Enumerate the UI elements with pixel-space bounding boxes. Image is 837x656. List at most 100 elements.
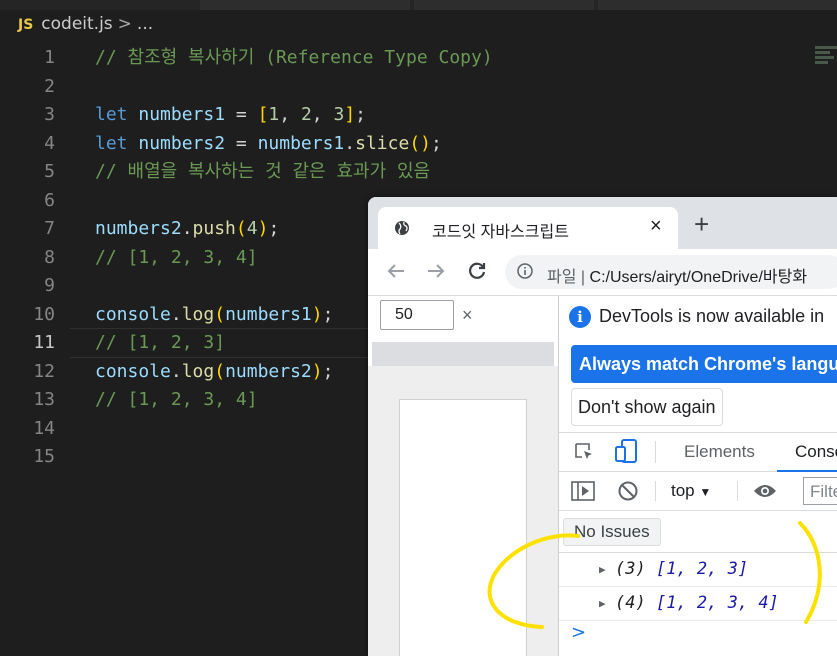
variable: numbers2 <box>138 132 226 154</box>
breadcrumb[interactable]: JS codeit.js >... <box>18 14 153 34</box>
line-number: 14 <box>33 417 55 439</box>
line-number: 8 <box>44 246 55 268</box>
code-line-blank[interactable] <box>95 73 493 102</box>
code-line[interactable]: let numbers1 = [1, 2, 3]; <box>95 101 493 130</box>
console-prompt[interactable]: > <box>571 622 586 643</box>
editor-tab-bar: JS codeit.js >... <box>0 0 837 40</box>
bracket: ] <box>344 104 356 125</box>
tab-console[interactable]: Console <box>795 442 837 462</box>
browser-tab-title: 코드잇 자바스크립트 <box>432 224 569 241</box>
console-log-entry[interactable]: ▶ (3) [1, 2, 3] <box>559 553 837 587</box>
dont-show-again-button[interactable]: Don't show again <box>571 388 723 426</box>
function-name: slice <box>355 132 410 154</box>
match-language-button[interactable]: Always match Chrome's language <box>571 345 837 383</box>
function-name: log <box>181 360 215 382</box>
devtools-panel: i DevTools is now available in Always mat… <box>559 296 837 656</box>
console-filter-input[interactable]: Filter <box>803 477 837 505</box>
breadcrumb-more[interactable]: ... <box>137 14 153 34</box>
number: 3 <box>333 104 345 125</box>
browser-tab[interactable]: 코드잇 자바스크립트 × <box>378 207 678 249</box>
device-toolbar-icon[interactable] <box>615 438 639 464</box>
javascript-file-icon: JS <box>18 17 34 33</box>
operator: = <box>225 132 258 154</box>
keyword: let <box>95 104 128 125</box>
back-arrow-icon[interactable] <box>386 261 406 281</box>
tab-strip-segment <box>200 0 410 10</box>
keyword: let <box>95 132 128 154</box>
line-number: 2 <box>44 75 55 97</box>
line-number: 12 <box>33 360 55 382</box>
array-value: [1, 2, 3] <box>655 559 749 579</box>
minimap[interactable] <box>815 44 837 70</box>
variable: console <box>95 303 171 325</box>
devtools-notice-text: DevTools is now available in <box>599 306 825 326</box>
bracket: [ <box>257 104 269 125</box>
line-number: 7 <box>44 218 55 239</box>
expand-arrow-icon[interactable]: ▶ <box>599 553 606 586</box>
dot: . <box>344 132 356 154</box>
line-number: 6 <box>44 189 55 211</box>
code-line[interactable]: let numbers2 = numbers1.slice(); <box>95 130 493 159</box>
emulated-page[interactable] <box>399 399 527 656</box>
chevron-down-icon: ▼ <box>699 485 712 499</box>
code-comment[interactable]: // 배열을 복사하는 것 같은 효과가 있음 <box>95 158 493 187</box>
variable: numbers1 <box>138 104 226 125</box>
clear-console-icon[interactable] <box>617 480 639 502</box>
function-name: log <box>181 303 215 325</box>
issues-button[interactable]: No Issues <box>563 518 661 546</box>
bracket: ) <box>311 303 323 325</box>
divider <box>655 481 656 501</box>
reload-icon[interactable] <box>467 261 487 281</box>
dot: . <box>170 360 182 382</box>
variable: numbers1 <box>257 132 345 154</box>
line-number-active: 11 <box>33 332 55 353</box>
devtools-tabs: Elements Console <box>559 432 837 472</box>
code-comment[interactable]: // 참조형 복사하기 (Reference Type Copy) <box>95 44 493 73</box>
eye-icon[interactable] <box>753 483 777 499</box>
line-number: 3 <box>44 104 55 125</box>
context-label: top <box>671 481 695 500</box>
semicolon: ; <box>322 360 334 382</box>
semicolon: ; <box>268 218 280 239</box>
tab-elements[interactable]: Elements <box>684 442 755 462</box>
sidebar-toggle-icon[interactable] <box>571 481 595 501</box>
function-name: push <box>192 218 236 239</box>
close-tab-icon[interactable]: × <box>650 215 662 238</box>
emulated-viewport: 50 × <box>368 296 559 656</box>
line-number: 4 <box>44 132 55 154</box>
operator: = <box>225 104 258 125</box>
chevron-right-icon: > <box>117 14 132 34</box>
forward-arrow-icon[interactable] <box>426 261 446 281</box>
tab-strip-segment <box>414 0 594 10</box>
dot: . <box>170 303 182 325</box>
breadcrumb-filename[interactable]: codeit.js <box>41 14 112 34</box>
address-divider: | <box>580 269 586 286</box>
number: 2 <box>300 104 312 125</box>
globe-icon <box>395 221 409 235</box>
semicolon: ; <box>431 132 442 154</box>
address-prefix: 파일 <box>547 269 577 286</box>
variable: numbers2 <box>225 360 312 382</box>
expand-arrow-icon[interactable]: ▶ <box>599 587 606 620</box>
inspect-element-icon[interactable] <box>573 441 595 463</box>
array-length: (4) <box>615 593 646 613</box>
address-text: 파일 | C:/Users/airyt/OneDrive/바탕화 <box>547 263 807 287</box>
zoom-input[interactable]: 50 <box>380 300 454 330</box>
browser-window: 코드잇 자바스크립트 × + 파일 | C:/Users/airyt/OneDr… <box>368 197 837 656</box>
line-number: 9 <box>44 275 55 296</box>
close-icon[interactable]: × <box>462 305 473 326</box>
semicolon: ; <box>355 104 367 125</box>
info-icon: i <box>569 306 591 329</box>
new-tab-button[interactable]: + <box>694 211 709 237</box>
address-bar[interactable]: 파일 | C:/Users/airyt/OneDrive/바탕화 <box>505 255 837 289</box>
info-icon[interactable] <box>517 263 533 279</box>
line-number: 13 <box>33 389 55 410</box>
context-selector[interactable]: top ▼ <box>671 481 711 501</box>
divider <box>655 441 656 463</box>
line-number: 5 <box>44 161 55 182</box>
dot: . <box>181 218 193 239</box>
console-log-entry[interactable]: ▶ (4) [1, 2, 3, 4] <box>559 587 837 621</box>
bracket: ) <box>257 218 269 239</box>
line-number: 1 <box>44 47 55 68</box>
divider <box>737 481 738 501</box>
